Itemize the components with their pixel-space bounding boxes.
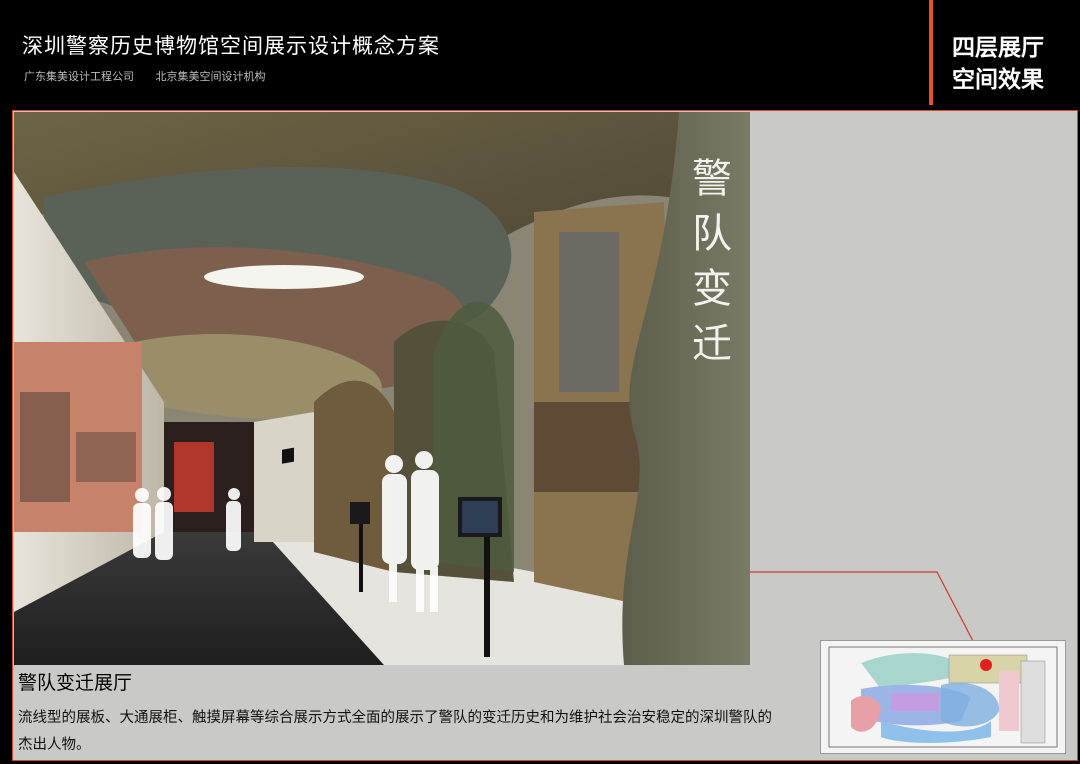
company-credits: 广东集美设计工程公司 北京集美空间设计机构 — [24, 68, 284, 84]
exhibit-hall-title: 警队变迁展厅 — [18, 672, 133, 694]
header: 深圳警察历史博物馆空间展示设计概念方案 广东集美设计工程公司 北京集美空间设计机… — [0, 0, 1080, 108]
section-label-line2: 空间效果 — [952, 67, 1044, 93]
company-name-2: 北京集美空间设计机构 — [155, 70, 266, 83]
section-label: 四层展厅 空间效果 — [952, 32, 1044, 96]
wall-text-char-4: 迁 — [692, 321, 732, 367]
current-location-marker — [980, 659, 992, 671]
header-divider — [929, 0, 933, 105]
wall-text-char-2: 队 — [692, 211, 732, 257]
company-name-1: 广东集美设计工程公司 — [24, 70, 134, 83]
page-title: 深圳警察历史博物馆空间展示设计概念方案 — [22, 34, 440, 58]
section-label-line1: 四层展厅 — [952, 35, 1044, 61]
wall-text-char-1: 警 — [692, 156, 732, 202]
floor-plan-thumbnail — [820, 640, 1066, 754]
exhibit-rendering: 警 队 变 迁 — [14, 112, 750, 665]
exhibit-description: 流线型的展板、大通展柜、触摸屏幕等综合展示方式全面的展示了警队的变迁历史和为维护… — [18, 710, 772, 753]
wall-text-char-3: 变 — [692, 266, 732, 312]
